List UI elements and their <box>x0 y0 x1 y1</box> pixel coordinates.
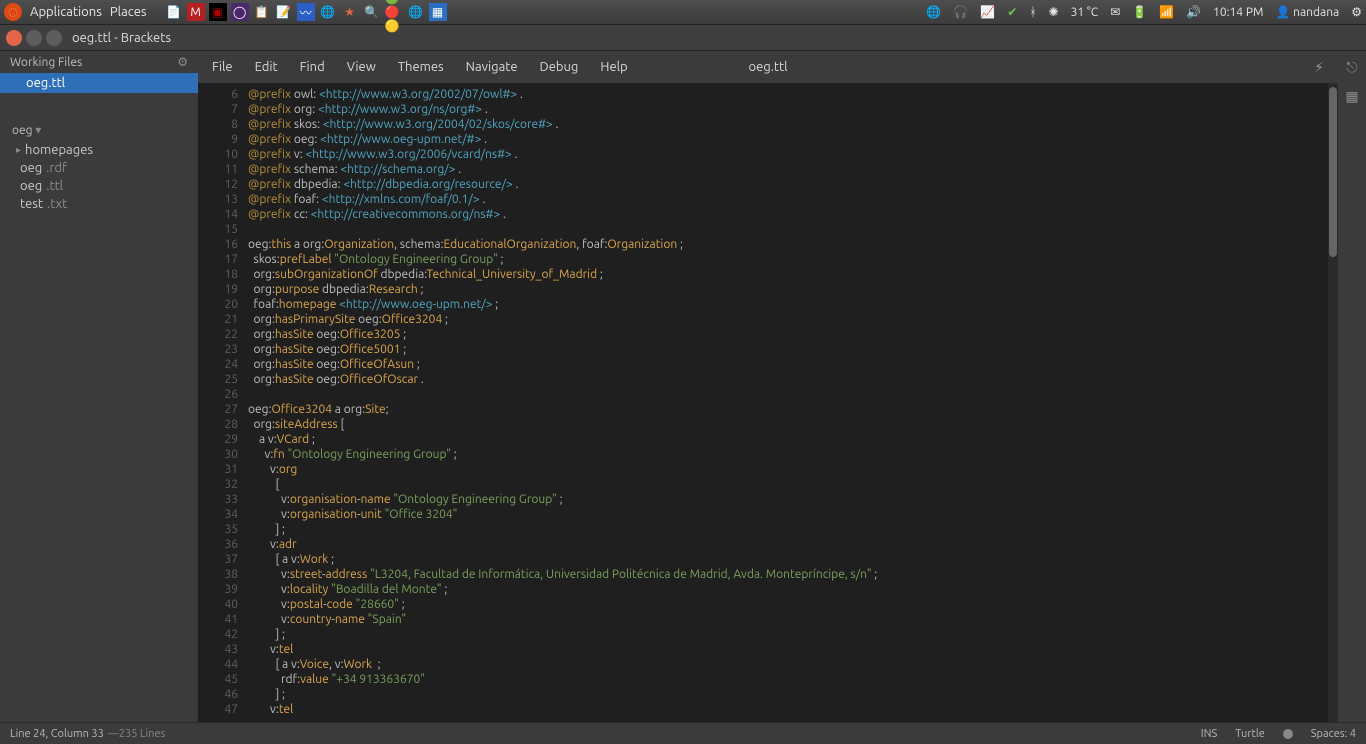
indicator-icon[interactable]: 🎧 <box>953 5 968 19</box>
extension-manager-icon[interactable]: ▦ <box>1345 88 1358 105</box>
bluetooth-icon[interactable]: ᚼ <box>1029 6 1036 19</box>
right-toolbar: ⎋ ▦ <box>1338 51 1366 722</box>
tray-app-icon[interactable]: 📝 <box>275 3 293 21</box>
sidebar: Working Files ⚙ oeg.ttl oeg ▾ ▸ homepage… <box>0 51 198 722</box>
scrollbar-track[interactable] <box>1328 83 1338 722</box>
document-name: oeg.ttl <box>748 60 787 74</box>
lint-status-icon[interactable] <box>1283 729 1293 739</box>
os-tray-app-icons: 📄 M ▣ ◯ 📋 📝 〰 🌐 ★ 🔍 🟢🔴🟡 🌐 ▦ <box>165 3 447 21</box>
tray-app-icon[interactable]: 🌐 <box>407 3 425 21</box>
tray-app-icon[interactable]: ◯ <box>231 3 249 21</box>
tray-app-icon[interactable]: ▣ <box>209 3 227 21</box>
language-mode[interactable]: Turtle <box>1235 728 1265 740</box>
volume-icon[interactable]: 🔊 <box>1186 5 1201 19</box>
clock-label: 10:14 PM <box>1213 6 1263 19</box>
statusbar: Line 24, Column 33 — 235 Lines INS Turtl… <box>0 722 1366 744</box>
window-title-text: oeg.ttl - Brackets <box>72 31 171 45</box>
project-file-item[interactable]: test.txt <box>0 195 198 213</box>
wifi-icon[interactable]: 📶 <box>1159 5 1174 19</box>
user-menu[interactable]: 👤 nandana <box>1275 5 1339 19</box>
os-menu-applications[interactable]: Applications <box>30 5 102 19</box>
tray-app-icon[interactable]: ▦ <box>429 3 447 21</box>
indicator-icon[interactable]: 🌐 <box>926 5 941 19</box>
menu-view[interactable]: View <box>347 60 376 74</box>
ubuntu-logo-icon[interactable]: ◌ <box>4 3 22 21</box>
os-menu-places[interactable]: Places <box>110 5 147 19</box>
window-minimize-icon[interactable] <box>26 30 42 46</box>
window-close-icon[interactable] <box>6 30 22 46</box>
battery-icon[interactable]: 🔋 <box>1132 5 1147 19</box>
live-preview-icon[interactable]: ⚡ <box>1314 59 1324 76</box>
working-file-item[interactable]: oeg.ttl <box>0 73 198 93</box>
tray-app-icon[interactable]: 📋 <box>253 3 271 21</box>
disclosure-triangle-icon: ▸ <box>16 144 21 156</box>
indent-mode[interactable]: Spaces: 4 <box>1311 728 1356 740</box>
toolbar-icon[interactable]: ⎋ <box>1346 59 1357 76</box>
line-count: 235 Lines <box>119 728 166 740</box>
project-file-item[interactable]: oeg.rdf <box>0 159 198 177</box>
tray-app-icon[interactable]: M <box>187 3 205 21</box>
menu-edit[interactable]: Edit <box>255 60 278 74</box>
menu-navigate[interactable]: Navigate <box>466 60 518 74</box>
indicator-icon[interactable]: ✔ <box>1007 5 1017 19</box>
mail-icon[interactable]: ✉ <box>1110 5 1120 19</box>
menu-file[interactable]: File <box>212 60 233 74</box>
temperature-label: 31 °C <box>1071 6 1099 19</box>
tray-app-icon[interactable]: 📄 <box>165 3 183 21</box>
menu-help[interactable]: Help <box>600 60 627 74</box>
window-titlebar: oeg.ttl - Brackets <box>0 25 1366 51</box>
scrollbar-thumb[interactable] <box>1329 87 1337 257</box>
indicator-icon[interactable]: 📈 <box>980 5 995 19</box>
project-folder[interactable]: ▸ homepages <box>0 141 198 159</box>
line-gutter: 6789101112131415161718192021222324252627… <box>198 83 244 722</box>
tray-app-icon[interactable]: 🌐 <box>319 3 337 21</box>
insert-mode[interactable]: INS <box>1201 728 1217 740</box>
menu-find[interactable]: Find <box>300 60 325 74</box>
sidebar-gear-icon[interactable]: ⚙ <box>177 55 188 69</box>
tray-app-icon[interactable]: 🟢🔴🟡 <box>385 3 403 21</box>
menu-debug[interactable]: Debug <box>540 60 579 74</box>
tray-app-icon[interactable]: 〰 <box>297 3 315 21</box>
project-file-item[interactable]: oeg.ttl <box>0 177 198 195</box>
cursor-position[interactable]: Line 24, Column 33 <box>10 728 104 740</box>
code-editor[interactable]: 6789101112131415161718192021222324252627… <box>198 83 1338 722</box>
tray-app-icon[interactable]: 🔍 <box>363 3 381 21</box>
menu-themes[interactable]: Themes <box>398 60 444 74</box>
tray-app-icon[interactable]: ★ <box>341 3 359 21</box>
window-maximize-icon[interactable] <box>46 30 62 46</box>
system-gear-icon[interactable]: ⚙ <box>1351 5 1362 19</box>
weather-icon[interactable]: ✺ <box>1049 5 1059 19</box>
project-name[interactable]: oeg <box>12 124 33 137</box>
menubar: FileEditFindViewThemesNavigateDebugHelp … <box>198 51 1338 83</box>
os-topbar: ◌ Applications Places 📄 M ▣ ◯ 📋 📝 〰 🌐 ★ … <box>0 0 1366 25</box>
working-files-header: Working Files <box>10 56 82 69</box>
